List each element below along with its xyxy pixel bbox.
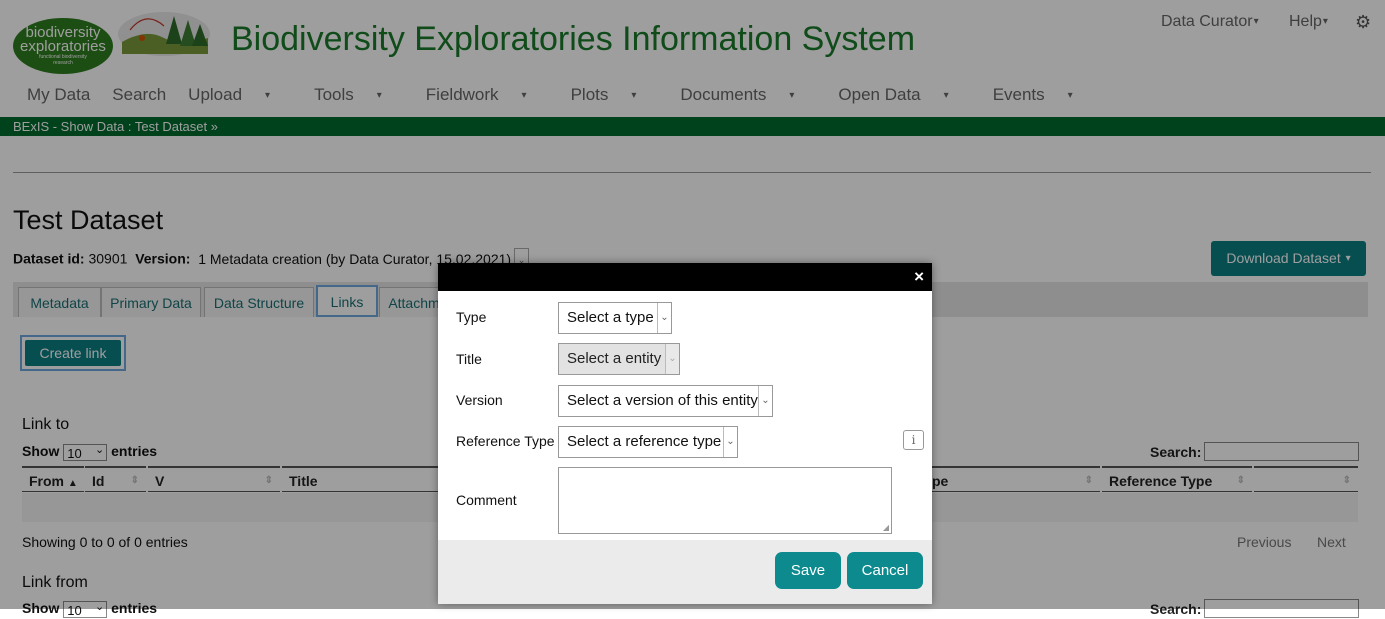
- save-button[interactable]: Save: [775, 552, 841, 589]
- dialog-footer: Save Cancel: [438, 540, 932, 604]
- entity-select-value: Select a entity: [567, 350, 662, 367]
- resize-handle-icon[interactable]: ◢: [883, 523, 889, 532]
- create-link-dialog: × Type Select a type ⌄ Title Select a en…: [438, 263, 932, 604]
- chevron-down-icon: ⌄: [657, 303, 671, 333]
- type-label: Type: [456, 309, 487, 325]
- dialog-header: ×: [438, 263, 932, 291]
- version-label: Version: [456, 392, 503, 408]
- reference-type-label: Reference Type: [456, 433, 555, 449]
- close-icon[interactable]: ×: [914, 268, 924, 286]
- chevron-down-icon: ⌄: [758, 386, 772, 416]
- type-select[interactable]: Select a type ⌄: [558, 302, 672, 334]
- entity-select: Select a entity ⌄: [558, 343, 680, 375]
- comment-textarea[interactable]: ◢: [558, 467, 892, 534]
- page: biodiversity exploratories functional bi…: [0, 0, 1385, 618]
- reference-type-select[interactable]: Select a reference type ⌄: [558, 426, 738, 458]
- cancel-button[interactable]: Cancel: [847, 552, 923, 589]
- version-select[interactable]: Select a version of this entity ⌄: [558, 385, 773, 417]
- version-select-value: Select a version of this entity: [567, 392, 758, 409]
- chevron-down-icon: ⌄: [723, 427, 737, 457]
- dialog-body: Type Select a type ⌄ Title Select a enti…: [444, 291, 925, 540]
- reference-type-select-value: Select a reference type: [567, 433, 722, 450]
- chevron-down-icon: ⌄: [665, 344, 679, 374]
- comment-label: Comment: [456, 492, 517, 508]
- type-select-value: Select a type: [567, 309, 654, 326]
- info-icon[interactable]: i: [903, 430, 924, 450]
- title-label: Title: [456, 351, 482, 367]
